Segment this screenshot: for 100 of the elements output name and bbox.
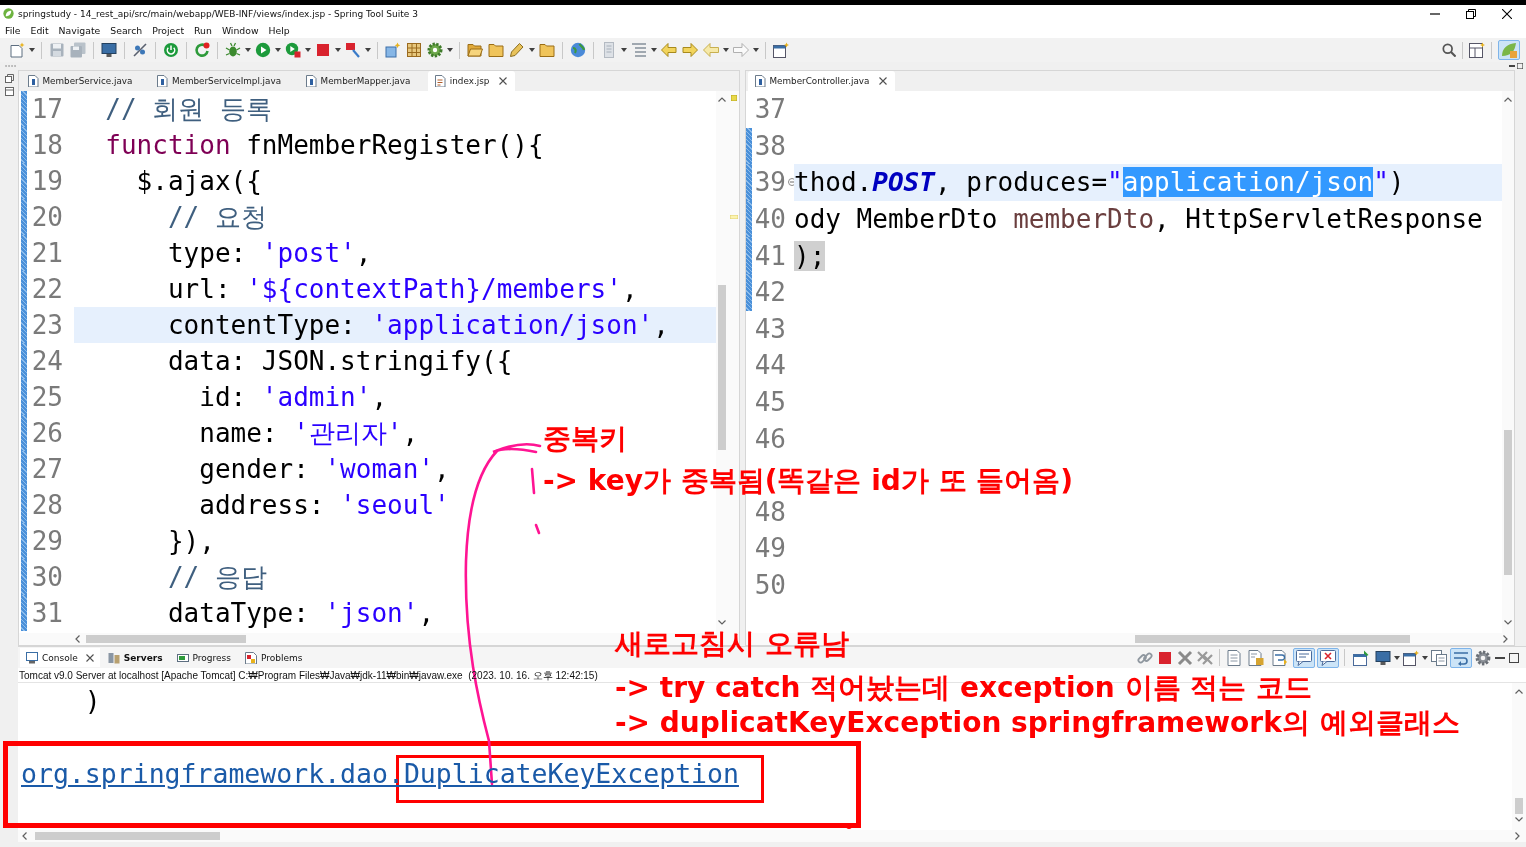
console-view-icon[interactable]	[26, 651, 38, 664]
caret-icon[interactable]	[275, 48, 281, 52]
panel-icon[interactable]	[4, 87, 14, 96]
window-grid-icon[interactable]	[1469, 42, 1485, 58]
drag-handle-icon[interactable]	[5, 65, 16, 67]
scrollbar-thumb[interactable]	[1504, 430, 1512, 575]
caret-icon[interactable]	[305, 48, 311, 52]
caret-icon[interactable]	[651, 48, 657, 52]
scroll-down-icon[interactable]	[718, 620, 726, 625]
settings-icon[interactable]	[1475, 649, 1491, 666]
remove-all-icon[interactable]	[1197, 649, 1213, 666]
folder-icon[interactable]	[539, 42, 555, 58]
close-icon[interactable]	[85, 653, 94, 662]
file-icon[interactable]	[755, 74, 766, 88]
menu-item[interactable]: Navigate	[53, 24, 106, 36]
caret-icon[interactable]	[723, 48, 729, 52]
minimize-icon[interactable]	[1430, 12, 1440, 15]
flag-icon[interactable]	[345, 42, 361, 58]
grid-icon[interactable]	[406, 42, 422, 58]
restore-icon[interactable]	[1466, 8, 1476, 19]
chain-link-icon[interactable]	[1137, 649, 1153, 666]
code-line: id: 'admin',	[198, 382, 388, 412]
editor-tab[interactable]: MemberMapper.java	[299, 71, 429, 91]
leaf-icon	[3, 8, 14, 19]
menu-item[interactable]: Project	[147, 24, 190, 36]
scroll-left-icon[interactable]	[75, 635, 80, 643]
menu-item[interactable]: Window	[216, 24, 264, 36]
page-plus-icon[interactable]	[9, 42, 25, 58]
menu-item[interactable]: Edit	[25, 24, 54, 36]
arrow-forward-icon[interactable]	[682, 42, 698, 58]
globe-icon[interactable]	[570, 42, 586, 58]
scrollbar-thumb[interactable]	[35, 832, 220, 840]
copy-icon[interactable]	[1431, 649, 1447, 666]
view-tab[interactable]: Console	[20, 648, 100, 667]
scroll-down-icon[interactable]	[1504, 620, 1512, 625]
menu-item[interactable]: Help	[263, 24, 295, 36]
progress-view-icon[interactable]	[176, 651, 189, 664]
caret-icon[interactable]	[29, 48, 35, 52]
file-icon[interactable]	[435, 74, 446, 88]
gear-icon[interactable]	[427, 42, 443, 58]
view-tab[interactable]: Servers	[101, 648, 169, 667]
remove-icon[interactable]	[1177, 649, 1193, 666]
caret-icon[interactable]	[447, 48, 453, 52]
search-icon[interactable]	[1442, 43, 1456, 57]
caret-icon[interactable]	[753, 48, 759, 52]
editor-tab[interactable]: MemberServiceImpl.java	[150, 71, 300, 91]
open-folder-icon[interactable]	[467, 42, 483, 58]
scrollbar-thumb[interactable]	[1515, 798, 1523, 814]
caret-icon[interactable]	[365, 48, 371, 52]
close-icon[interactable]	[499, 77, 508, 85]
play-icon[interactable]	[255, 42, 271, 58]
new-window-icon[interactable]	[1403, 649, 1419, 666]
monitor-icon[interactable]	[101, 42, 117, 58]
menu-item[interactable]: File	[0, 24, 26, 36]
scroll-up-icon[interactable]	[718, 97, 726, 102]
refresh-icon[interactable]	[194, 42, 210, 58]
caret-icon[interactable]	[621, 48, 627, 52]
scroll-down-icon[interactable]	[1515, 817, 1523, 822]
editor-tab[interactable]: index.jsp	[428, 71, 516, 91]
caret-icon[interactable]	[245, 48, 251, 52]
page-icon[interactable]	[1226, 649, 1242, 666]
maximize-icon[interactable]	[1517, 63, 1523, 69]
maximize-icon[interactable]	[1509, 652, 1519, 663]
folder-icon[interactable]	[488, 42, 504, 58]
caret-icon[interactable]	[335, 48, 341, 52]
editor-tab[interactable]: MemberService.java	[21, 71, 151, 91]
stop-icon[interactable]	[1157, 649, 1173, 666]
scroll-up-icon[interactable]	[1504, 97, 1512, 102]
caret-icon[interactable]	[1422, 655, 1428, 660]
caret-icon[interactable]	[529, 48, 535, 52]
view-tab[interactable]: Problems	[238, 648, 309, 667]
menu-item[interactable]: Run	[189, 24, 217, 36]
slashed-dots-icon[interactable]	[132, 42, 148, 58]
minimize-icon[interactable]	[1495, 656, 1505, 659]
servers-view-icon[interactable]	[107, 651, 120, 664]
scroll-right-icon[interactable]	[1503, 635, 1508, 643]
scrollbar-thumb[interactable]	[86, 635, 246, 643]
view-tab[interactable]: Progress	[170, 648, 237, 667]
stop-icon[interactable]	[315, 42, 331, 58]
class-plus-icon[interactable]	[385, 42, 401, 58]
scrollbar-thumb[interactable]	[718, 285, 726, 450]
problems-view-icon[interactable]	[244, 651, 257, 664]
close-icon[interactable]	[879, 77, 888, 85]
pencil-icon[interactable]	[509, 42, 525, 58]
new-window-icon[interactable]	[773, 42, 789, 58]
file-icon[interactable]	[306, 74, 317, 88]
file-icon[interactable]	[28, 74, 39, 88]
bug-icon[interactable]	[225, 42, 241, 58]
monitor-icon[interactable]	[1375, 649, 1391, 666]
caret-icon[interactable]	[1394, 655, 1400, 660]
close-icon[interactable]	[1502, 8, 1512, 19]
scrollbar-thumb[interactable]	[1135, 635, 1410, 643]
file-icon[interactable]	[157, 74, 168, 88]
scroll-up-icon[interactable]	[1515, 689, 1523, 694]
editor-tab[interactable]: MemberController.java	[748, 71, 896, 91]
scroll-left-icon[interactable]	[22, 832, 27, 840]
power-icon[interactable]	[163, 42, 179, 58]
menu-item[interactable]: Search	[105, 24, 148, 36]
play-stop-icon[interactable]	[285, 42, 301, 58]
scroll-right-icon[interactable]	[1515, 832, 1520, 840]
